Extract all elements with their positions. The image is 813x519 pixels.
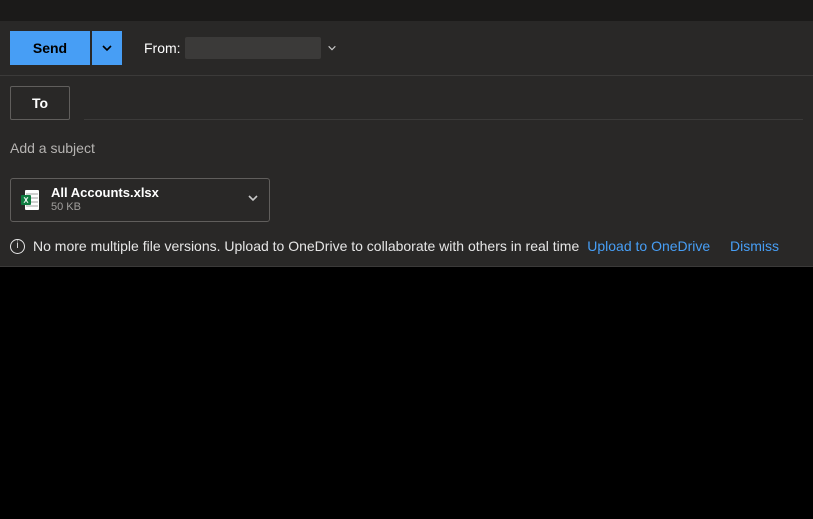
send-button[interactable]: Send <box>10 31 90 65</box>
to-row: To <box>0 76 813 132</box>
send-row: Send From: <box>0 21 813 75</box>
info-banner-text: No more multiple file versions. Upload t… <box>33 238 579 254</box>
dismiss-link[interactable]: Dismiss <box>730 238 779 254</box>
to-field-wrap <box>84 86 803 120</box>
send-options-dropdown[interactable] <box>92 31 122 65</box>
chevron-down-icon <box>101 42 113 54</box>
attachment-size: 50 KB <box>51 200 247 214</box>
subject-input[interactable] <box>10 140 803 156</box>
chevron-down-icon <box>327 43 337 53</box>
chevron-down-icon <box>247 192 259 204</box>
compose-window: Send From: To <box>0 0 813 519</box>
subject-row <box>0 132 813 178</box>
from-address-redacted[interactable] <box>185 37 321 59</box>
onedrive-info-banner: i No more multiple file versions. Upload… <box>0 236 813 266</box>
excel-file-icon <box>21 190 39 210</box>
attachments-row: All Accounts.xlsx 50 KB <box>0 178 813 236</box>
to-button[interactable]: To <box>10 86 70 120</box>
attachment-card[interactable]: All Accounts.xlsx 50 KB <box>10 178 270 222</box>
info-icon: i <box>10 239 25 254</box>
from-address-dropdown[interactable] <box>327 43 337 53</box>
window-titlebar-strip <box>0 0 813 21</box>
upload-to-onedrive-link[interactable]: Upload to OneDrive <box>587 238 710 254</box>
attachment-filename: All Accounts.xlsx <box>51 186 247 200</box>
to-input[interactable] <box>84 86 803 119</box>
compose-panel: Send From: To <box>0 21 813 267</box>
attachment-options-dropdown[interactable] <box>247 191 259 209</box>
divider <box>0 266 813 267</box>
from-label: From: <box>144 40 181 56</box>
